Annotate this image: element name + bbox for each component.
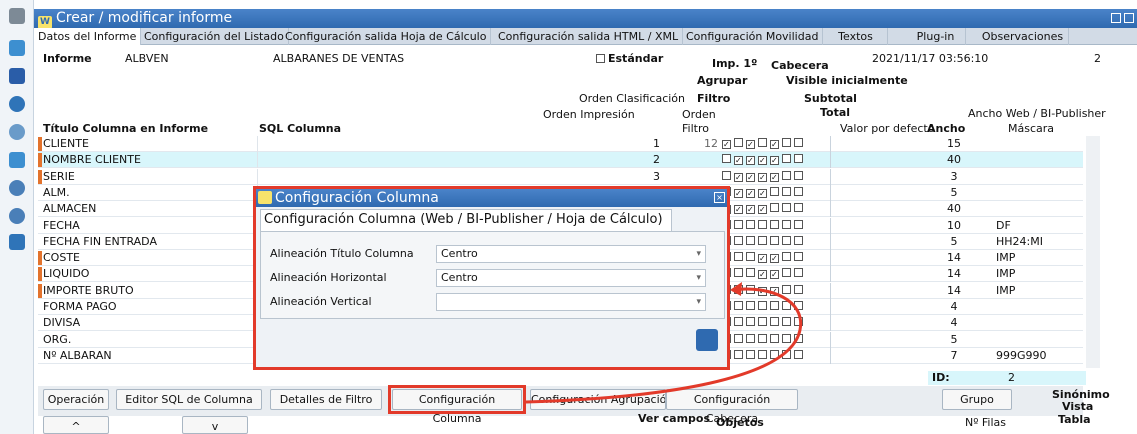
annotation-arrow — [525, 282, 803, 404]
arrowhead-icon — [730, 282, 742, 296]
app-root: W Crear / modificar informe Datos del Inf… — [0, 0, 1137, 434]
arrow-path — [525, 287, 803, 404]
